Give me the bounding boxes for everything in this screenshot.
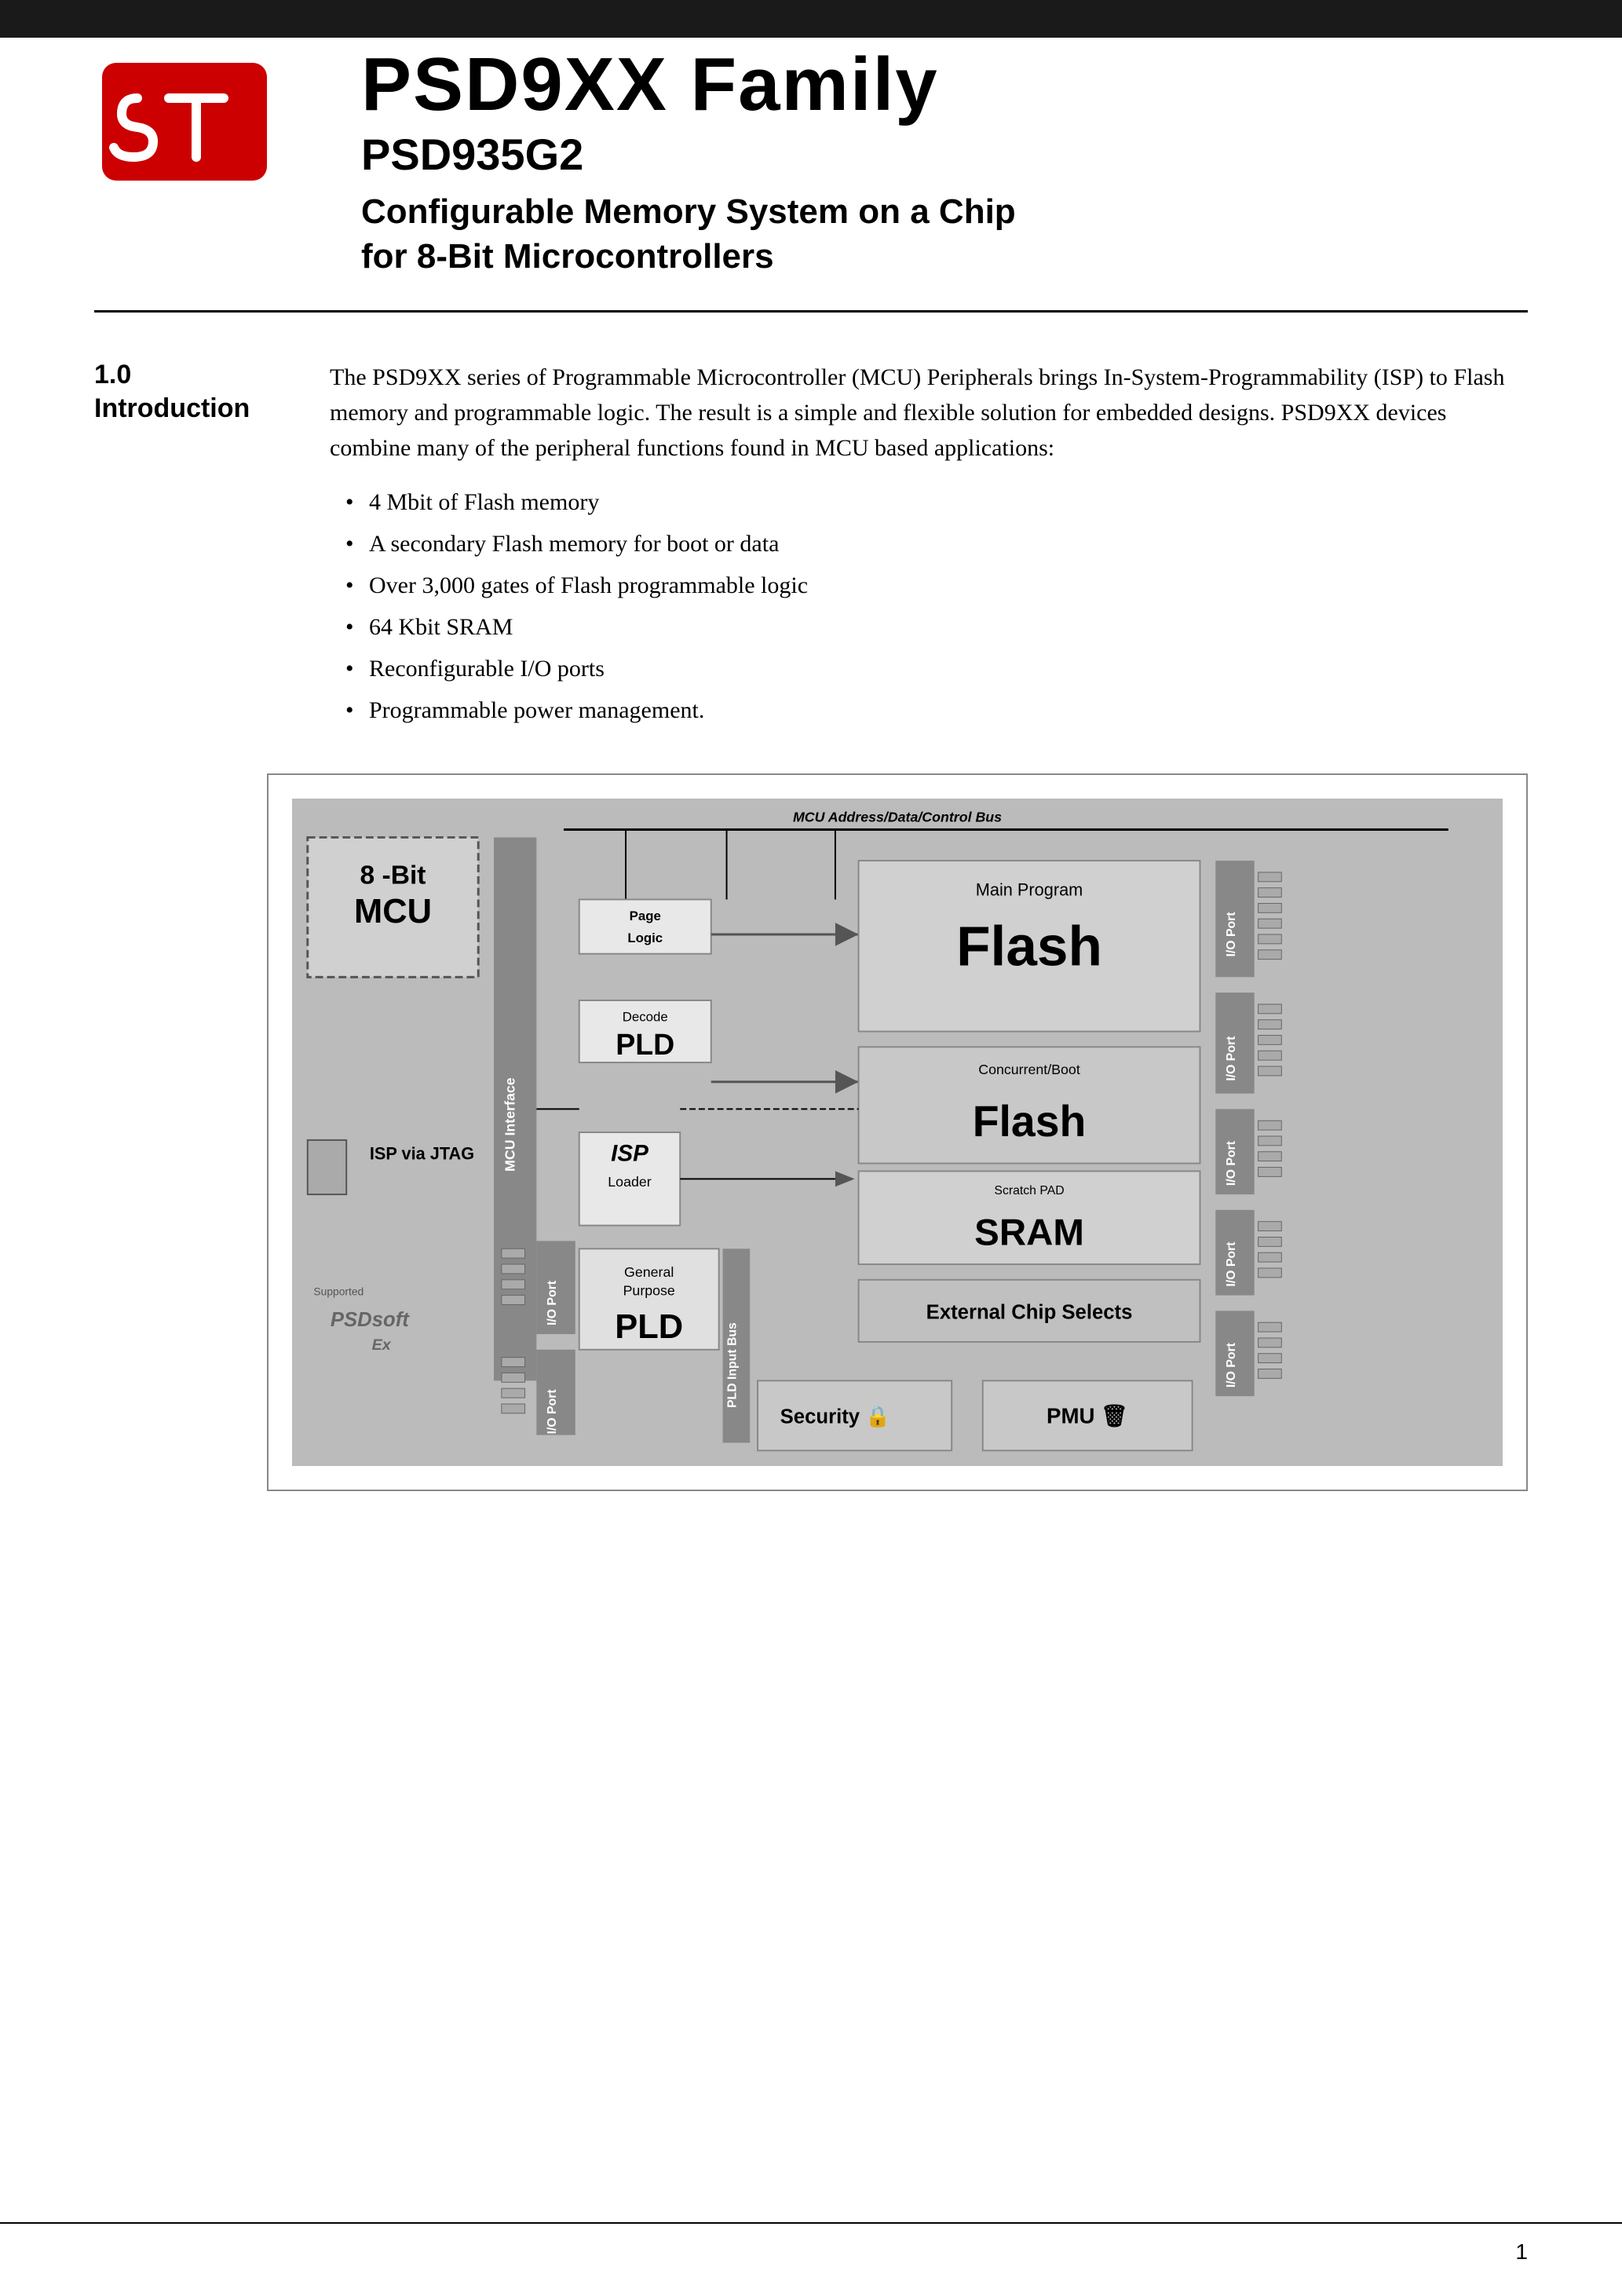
subtitle-desc: Configurable Memory System on a Chip for… [361,189,1528,279]
subtitle-model: PSD935G2 [361,129,1528,180]
svg-text:Ex: Ex [372,1336,392,1354]
svg-text:I/O Port: I/O Port [1225,1241,1238,1287]
svg-text:PLD: PLD [615,1308,683,1346]
svg-text:Security 🔒: Security 🔒 [780,1406,891,1428]
svg-text:Decode: Decode [623,1010,668,1025]
svg-text:PLD: PLD [616,1029,674,1062]
header-content: PSD9XX Family PSD935G2 Configurable Memo… [0,0,1622,310]
main-title: PSD9XX Family [361,47,1528,122]
svg-text:I/O Port: I/O Port [1225,1036,1238,1081]
svg-text:Main Program: Main Program [976,880,1083,900]
svg-text:Supported: Supported [313,1285,363,1298]
list-item: Reconfigurable I/O ports [345,651,1528,686]
intro-paragraph: The PSD9XX series of Programmable Microc… [330,360,1528,466]
diagram-container: MCU Address/Data/Control Bus 8 -Bit MCU … [267,773,1528,1491]
section-number: 1.0 [94,360,267,390]
svg-text:Concurrent/Boot: Concurrent/Boot [978,1062,1080,1077]
svg-text:PSDsoft: PSDsoft [331,1310,410,1332]
footer: 1 [0,2222,1622,2265]
svg-text:MCU: MCU [354,894,432,931]
list-item: Programmable power management. [345,693,1528,728]
section-label: 1.0 Introduction [94,360,267,734]
svg-text:Loader: Loader [608,1175,651,1190]
svg-text:I/O Port: I/O Port [1225,1343,1238,1388]
svg-text:Flash: Flash [973,1097,1087,1146]
list-item: 64 Kbit SRAM [345,609,1528,645]
svg-text:I/O Port: I/O Port [546,1281,559,1326]
svg-text:External Chip Selects: External Chip Selects [926,1302,1133,1324]
svg-text:I/O Port: I/O Port [1225,912,1238,957]
svg-text:SRAM: SRAM [974,1212,1084,1254]
st-logo [94,55,275,188]
bullet-list: 4 Mbit of Flash memory A secondary Flash… [330,484,1528,728]
content-section: 1.0 Introduction The PSD9XX series of Pr… [0,313,1622,734]
page-number: 1 [1515,2239,1528,2265]
svg-text:I/O Port: I/O Port [1225,1141,1238,1186]
list-item: A secondary Flash memory for boot or dat… [345,526,1528,561]
svg-text:PMU 🗑: PMU 🗑 [1047,1404,1128,1428]
header-bar [0,0,1622,38]
svg-text:Flash: Flash [956,916,1102,978]
svg-text:ISP: ISP [611,1141,648,1167]
section-body: The PSD9XX series of Programmable Microc… [330,360,1528,734]
title-area: PSD9XX Family PSD935G2 Configurable Memo… [314,47,1528,279]
svg-text:Logic: Logic [627,930,663,945]
list-item: Over 3,000 gates of Flash programmable l… [345,568,1528,603]
list-item: 4 Mbit of Flash memory [345,484,1528,520]
section-title: Introduction [94,393,267,424]
svg-text:PLD Input Bus: PLD Input Bus [725,1322,739,1408]
svg-text:General: General [624,1264,674,1280]
svg-text:Purpose: Purpose [623,1283,675,1299]
svg-text:ISP via JTAG: ISP via JTAG [370,1144,474,1164]
svg-text:MCU Interface: MCU Interface [502,1078,518,1172]
svg-text:Page: Page [630,909,661,924]
svg-text:I/O Port: I/O Port [546,1389,559,1435]
svg-text:Scratch PAD: Scratch PAD [994,1184,1064,1197]
logo-area [94,55,314,188]
svg-text:8 -Bit: 8 -Bit [360,861,426,890]
svg-text:MCU Address/Data/Control Bus: MCU Address/Data/Control Bus [793,810,1002,825]
